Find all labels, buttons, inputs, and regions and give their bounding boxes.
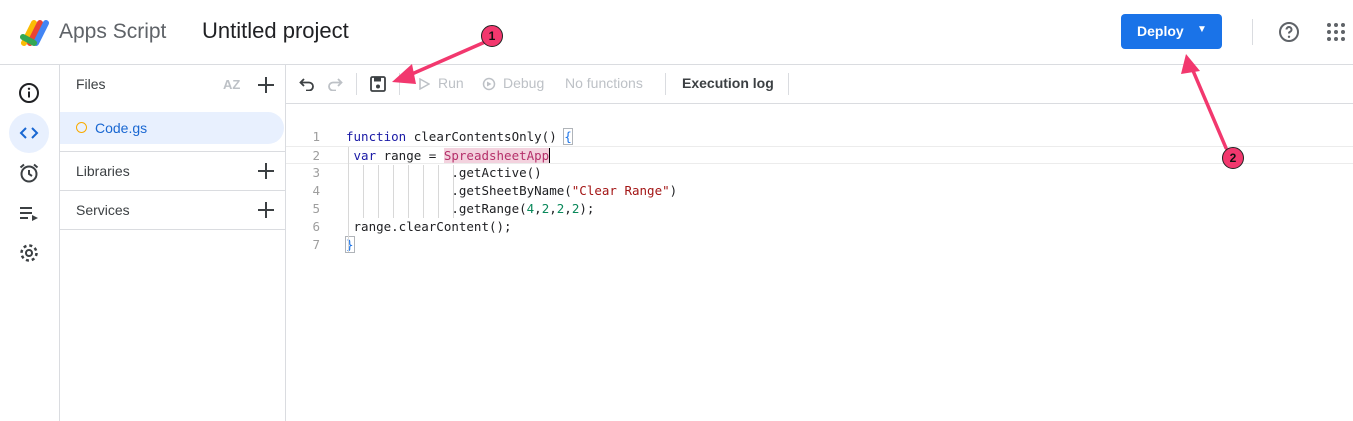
editor-toolbar: Run Debug No functions Execution log [286,65,1353,104]
toolbar-divider [399,73,400,95]
step-marker-1: 1 [481,25,503,47]
files-panel: Files AZ Code.gs Libraries Services [60,65,286,421]
top-bar: Apps Script Untitled project Deploy ▼ [0,0,1353,65]
header-divider [1252,19,1253,45]
executions-button[interactable] [9,193,49,233]
text-cursor [549,148,551,163]
file-status-icon [76,122,87,133]
code-text: function clearContentsOnly() { [346,128,573,145]
code-icon [19,127,39,139]
code-editor[interactable]: 1 function clearContentsOnly() { 2 var r… [286,104,1353,421]
line-number: 6 [312,219,320,234]
settings-button[interactable] [9,233,49,273]
code-line: 1 function clearContentsOnly() { [286,128,1353,146]
deploy-label: Deploy [1137,23,1184,39]
code-line: 4 .getSheetByName("Clear Range") [286,182,1353,200]
line-number: 3 [312,165,320,180]
debug-button[interactable]: Debug [503,75,544,91]
project-title[interactable]: Untitled project [202,18,349,44]
sort-az-icon[interactable]: AZ [223,77,240,92]
undo-icon[interactable] [299,77,315,91]
file-name: Code.gs [95,120,148,136]
indent-guide [453,165,454,218]
indent-guide [348,147,349,252]
line-number: 1 [312,129,320,144]
executions-list-icon [20,207,38,221]
left-nav-rail [0,65,60,421]
line-number: 5 [312,201,320,216]
files-title: Files [76,76,106,92]
toolbar-divider [356,73,357,95]
overview-button[interactable] [9,73,49,113]
app-name[interactable]: Apps Script [59,20,166,44]
file-item-code-gs[interactable]: Code.gs [60,112,284,144]
help-icon[interactable] [1277,20,1301,44]
code-line: 3 .getActive() [286,164,1353,182]
chevron-down-icon: ▼ [1197,24,1207,35]
code-line: 5 .getRange(4,2,2,2); [286,200,1353,218]
google-apps-icon[interactable] [1326,22,1346,42]
add-library-icon[interactable] [257,162,275,180]
execution-log-button[interactable]: Execution log [682,75,774,91]
indent-guide [423,165,424,218]
services-label: Services [76,202,130,218]
step-marker-2: 2 [1222,147,1244,169]
info-icon [19,83,39,103]
alarm-clock-icon [19,163,39,183]
code-text: range.clearContent(); [346,219,512,234]
redo-icon[interactable] [327,77,343,91]
libraries-label: Libraries [76,163,130,179]
libraries-section: Libraries [60,152,286,190]
indent-guide [378,165,379,218]
code-line-current: 2 var range = SpreadsheetApp [286,146,1353,164]
divider [60,229,286,230]
files-section-header: Files AZ [60,65,286,105]
deploy-button[interactable]: Deploy ▼ [1121,14,1222,49]
toolbar-divider [665,73,666,95]
code-text: .getRange(4,2,2,2); [346,201,595,216]
line-number: 4 [312,183,320,198]
indent-guide [393,165,394,218]
indent-guide [363,165,364,218]
code-text: .getSheetByName("Clear Range") [346,183,678,198]
debug-icon[interactable] [482,77,496,91]
indent-guide [438,165,439,218]
add-service-icon[interactable] [257,201,275,219]
add-file-icon[interactable] [257,76,275,94]
code-text: .getActive() [346,165,542,180]
editor-button[interactable] [9,113,49,153]
apps-script-logo[interactable] [20,17,54,47]
services-section: Services [60,191,286,229]
gear-icon [20,244,38,262]
play-icon[interactable] [418,78,430,90]
code-text: var range = SpreadsheetApp [353,148,551,163]
function-select[interactable]: No functions [565,75,643,91]
run-button[interactable]: Run [438,75,464,91]
line-number: 7 [312,237,320,252]
code-line: 6 range.clearContent(); [286,218,1353,236]
line-number: 2 [312,148,320,163]
toolbar-divider [788,73,789,95]
code-line: 7 } [286,236,1353,254]
save-icon[interactable] [370,76,386,92]
indent-guide [408,165,409,218]
triggers-button[interactable] [9,153,49,193]
